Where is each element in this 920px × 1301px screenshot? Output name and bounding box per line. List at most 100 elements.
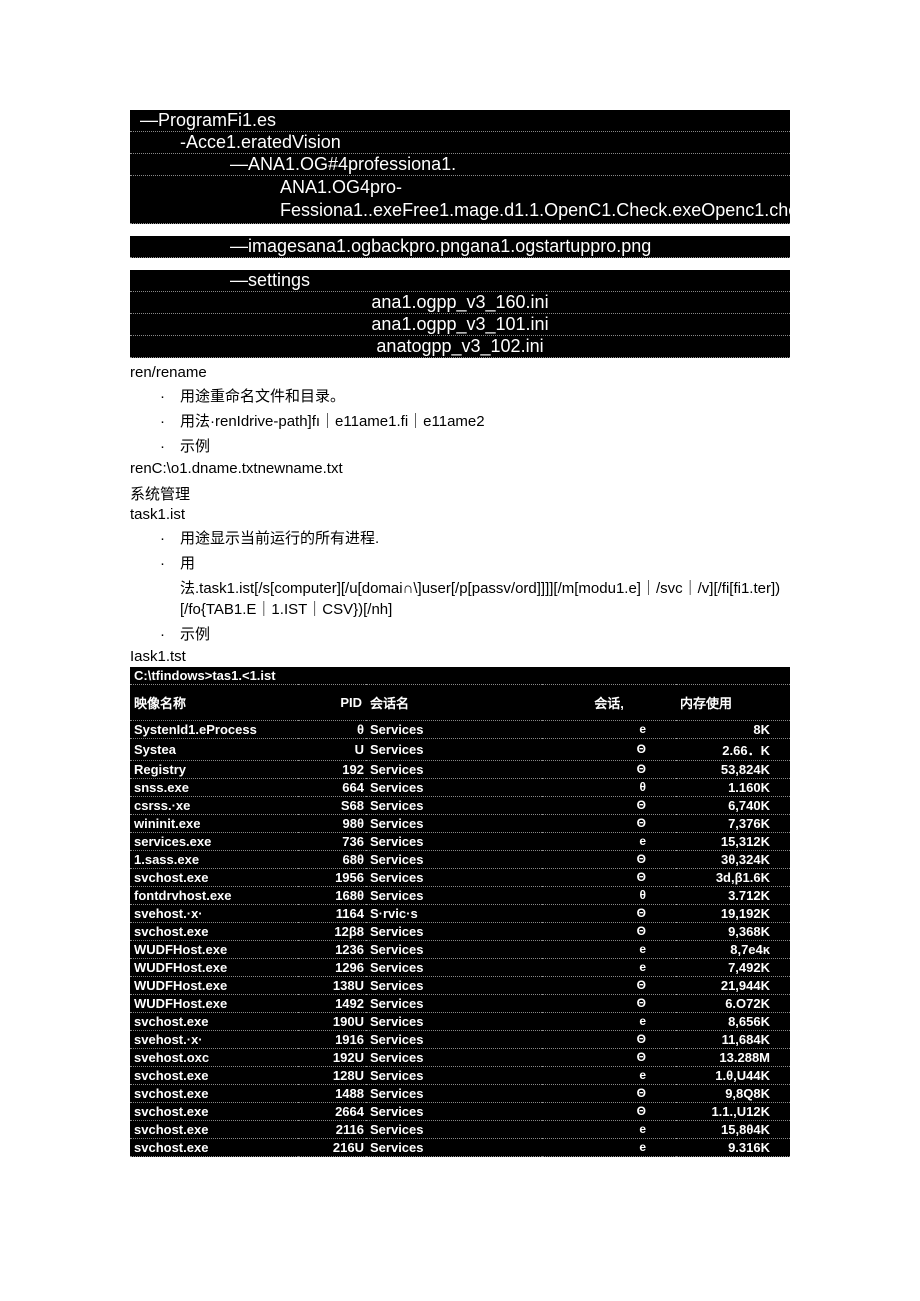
settings-file: ana1.ogpp_v3_101.ini [130,314,790,336]
cell-snum: Θ [542,850,676,868]
cell-pid: 192U [298,1048,366,1066]
cell-img: csrss.·xe [130,796,298,814]
cell-pid: 736 [298,832,366,850]
cell-snum: θ [542,886,676,904]
cell-pid: 1916 [298,1030,366,1048]
table-row: fontdrvhost.exe168θServicesθ3.712K [130,886,790,904]
col-snum-header: 会话, [542,684,676,720]
table-row: WUDFHost.exe1236Servicesе8,7e4ĸ [130,940,790,958]
cell-sess: Services [366,922,542,940]
cell-img: svehost.·x· [130,904,298,922]
cell-snum: Θ [542,760,676,778]
cell-snum: Θ [542,1048,676,1066]
cell-img: SystenId1.eProcess [130,720,298,738]
cell-img: svehost.·x· [130,1030,298,1048]
cell-sess: Services [366,720,542,738]
cell-mem: 3θ,324K [676,850,790,868]
table-row: WUDFHost.exe1296Servicesе7,492K [130,958,790,976]
table-row: services.exe736Servicesе15,312K [130,832,790,850]
cell-sess: Services [366,1066,542,1084]
col-mem-header: 内存使用 [676,684,790,720]
cell-sess: Services [366,1120,542,1138]
cell-snum: е [542,1066,676,1084]
bullet-text: 法.task1.ist[/s[computer][/u[domai∩\]user… [180,580,780,618]
table-row: svehost.·x·1916ServicesΘ11,684K [130,1030,790,1048]
header-row: 映像名称 PID 会话名 会话, 内存使用 [130,684,790,720]
task-example: Iask1.tst [130,648,790,665]
cell-mem: 9.316K [676,1138,790,1156]
cell-mem: 2.66．K [676,738,790,760]
cell-snum: е [542,720,676,738]
table-row: svchost.exe190UServicesе8,656K [130,1012,790,1030]
table-row: svchost.exe1488ServicesΘ9,8Q8K [130,1084,790,1102]
cell-img: svchost.exe [130,922,298,940]
cell-pid: 1236 [298,940,366,958]
cell-sess: Services [366,850,542,868]
cell-pid: 138U [298,976,366,994]
cell-snum: е [542,958,676,976]
cell-img: snss.exe [130,778,298,796]
cell-snum: Θ [542,904,676,922]
cell-img: WUDFHost.exe [130,940,298,958]
bullet-text: 示例 [180,626,210,643]
tree-images: —imagesana1.ogbackpro.pngana1.ogstartupp… [130,236,790,258]
cell-mem: 7,376K [676,814,790,832]
cell-mem: 8,656K [676,1012,790,1030]
bullet-text: 示例 [180,438,210,455]
cell-img: svchost.exe [130,868,298,886]
cell-snum: Θ [542,1030,676,1048]
cell-snum: е [542,1012,676,1030]
cell-snum: Θ [542,868,676,886]
cell-sess: Services [366,976,542,994]
cell-img: Registry [130,760,298,778]
tree-level-2: -Acce1.eratedVision [130,132,790,154]
cell-sess: Services [366,814,542,832]
cell-pid: 12β8 [298,922,366,940]
cell-snum: Θ [542,796,676,814]
col-img-header: 映像名称 [130,684,298,720]
cell-img: svehost.oxc [130,1048,298,1066]
cell-snum: Θ [542,814,676,832]
table-row: svehost.oxc192UServicesΘ13.288M [130,1048,790,1066]
cell-img: WUDFHost.exe [130,958,298,976]
ren-title: ren/rename [130,364,790,381]
table-row: svehost.·x·1164S·rvic·sΘ19,192K [130,904,790,922]
cell-mem: 11,684K [676,1030,790,1048]
cell-mem: 9,8Q8K [676,1084,790,1102]
table-row: WUDFHost.exe138UServicesΘ21,944K [130,976,790,994]
cell-img: svchost.exe [130,1066,298,1084]
cell-mem: 53,824K [676,760,790,778]
table-row: svchost.exe216UServicesе9.316K [130,1138,790,1156]
cell-sess: Services [366,868,542,886]
cell-sess: Services [366,1102,542,1120]
settings-file: ana1.ogpp_v3_160.ini [130,292,790,314]
settings-file: anatogpp_v3_102.ini [130,336,790,358]
ren-bullets: ·用途重命名文件和目录。 ·用法·renIdrive-path]fı｜e11am… [160,385,790,456]
cell-snum: е [542,1138,676,1156]
cell-snum: Θ [542,922,676,940]
tasklist-table: C:\tfindows>tas1.<1.ist 映像名称 PID 会话名 会话,… [130,667,790,1157]
cell-sess: Services [366,886,542,904]
cell-pid: 1956 [298,868,366,886]
cell-sess: Services [366,1084,542,1102]
bullet-text: 用 [180,555,195,572]
table-row: SystenId1.eProcessθServicesе8K [130,720,790,738]
cell-sess: Services [366,760,542,778]
cell-img: svchost.exe [130,1012,298,1030]
cell-img: svchost.exe [130,1084,298,1102]
cell-pid: 168θ [298,886,366,904]
table-row: svchost.exe2116Servicesе15,8θ4K [130,1120,790,1138]
cell-mem: 7,492K [676,958,790,976]
cell-pid: 1492 [298,994,366,1012]
table-row: csrss.·xeS68ServicesΘ6,740K [130,796,790,814]
tree-settings: —settings [130,270,790,292]
cell-mem: 15,312K [676,832,790,850]
cell-pid: 190U [298,1012,366,1030]
cell-snum: Θ [542,994,676,1012]
cell-mem: 19,192K [676,904,790,922]
cell-sess: Services [366,994,542,1012]
cell-mem: 8K [676,720,790,738]
cell-snum: θ [542,778,676,796]
cell-pid: 1164 [298,904,366,922]
cell-mem: 13.288M [676,1048,790,1066]
